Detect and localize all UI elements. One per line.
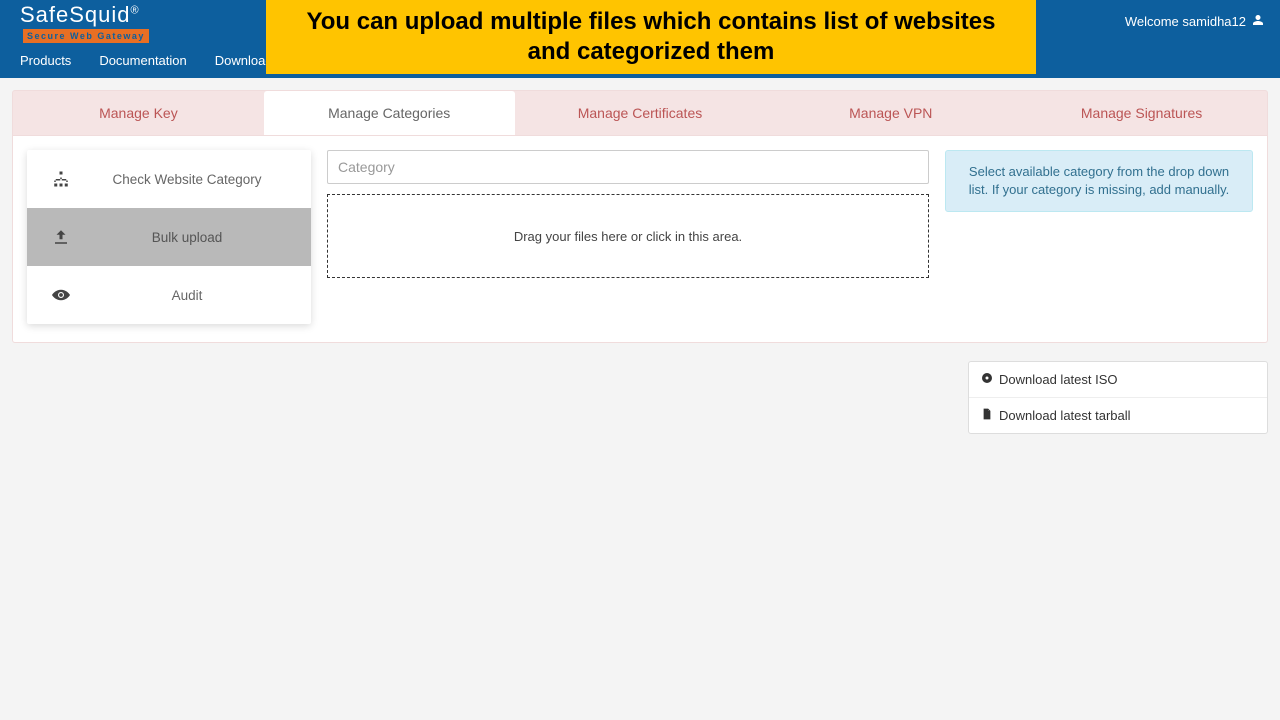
sitemap-icon: [43, 170, 79, 188]
topbar: SafeSquid® Secure Web Gateway Products D…: [0, 0, 1280, 78]
main-content: Drag your files here or click in this ar…: [327, 150, 929, 278]
sidenav-label: Audit: [79, 288, 295, 303]
dropzone-label: Drag your files here or click in this ar…: [514, 229, 742, 244]
brand-area: SafeSquid® Secure Web Gateway Products D…: [20, 0, 279, 68]
upload-icon: [43, 228, 79, 246]
tab-manage-certificates[interactable]: Manage Certificates: [515, 91, 766, 135]
downloads-list: Download latest ISO Download latest tarb…: [968, 361, 1268, 434]
tab-manage-signatures[interactable]: Manage Signatures: [1016, 91, 1267, 135]
user-icon: [1252, 14, 1264, 29]
sidenav-bulk-upload[interactable]: Bulk upload: [27, 208, 311, 266]
disc-icon: [981, 372, 993, 387]
brand-logo[interactable]: SafeSquid® Secure Web Gateway: [20, 4, 279, 43]
eye-icon: [43, 286, 79, 304]
side-nav: Check Website Category Bulk upload Audit: [27, 150, 311, 324]
download-tarball[interactable]: Download latest tarball: [969, 398, 1267, 433]
download-iso[interactable]: Download latest ISO: [969, 362, 1267, 398]
sidenav-label: Bulk upload: [79, 230, 295, 245]
sidenav-check-category[interactable]: Check Website Category: [27, 150, 311, 208]
hint-box: Select available category from the drop …: [945, 150, 1253, 212]
tab-manage-vpn[interactable]: Manage VPN: [765, 91, 1016, 135]
download-label: Download latest ISO: [999, 372, 1118, 387]
tab-manage-categories[interactable]: Manage Categories: [264, 91, 515, 135]
download-label: Download latest tarball: [999, 408, 1131, 423]
nav-documentation[interactable]: Documentation: [99, 53, 186, 68]
sidenav-label: Check Website Category: [79, 172, 295, 187]
panel: Check Website Category Bulk upload Audit: [12, 136, 1268, 343]
file-icon: [981, 408, 993, 423]
file-dropzone[interactable]: Drag your files here or click in this ar…: [327, 194, 929, 278]
welcome-user[interactable]: Welcome samidha12: [1125, 0, 1264, 29]
category-input[interactable]: [327, 150, 929, 184]
tab-bar: Manage Key Manage Categories Manage Cert…: [12, 90, 1268, 136]
top-nav: Products Documentation Downloads: [20, 53, 279, 68]
tab-manage-key[interactable]: Manage Key: [13, 91, 264, 135]
nav-products[interactable]: Products: [20, 53, 71, 68]
announcement-banner: You can upload multiple files which cont…: [266, 0, 1036, 74]
sidenav-audit[interactable]: Audit: [27, 266, 311, 324]
